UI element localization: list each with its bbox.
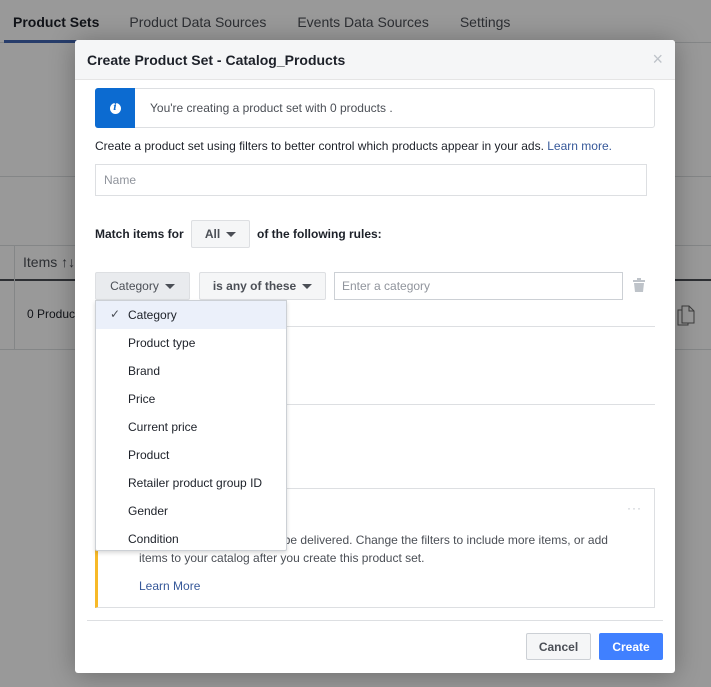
rule-operator-dropdown[interactable]: is any of these [199,272,326,300]
match-prefix-label: Match items for [95,227,184,241]
cancel-button[interactable]: Cancel [526,633,591,660]
option-label: Brand [128,364,161,378]
caret-down-icon [164,283,175,289]
info-banner-text: You're creating a product set with 0 pro… [150,101,393,115]
option-label: Retailer product group ID [128,476,263,490]
create-button[interactable]: Create [599,633,663,660]
warning-learn-more-link[interactable]: Learn More [139,579,200,593]
dropdown-option[interactable]: Product type [96,329,286,357]
option-label: Condition [128,532,179,546]
option-label: Category [128,308,177,322]
dropdown-option[interactable]: Price [96,385,286,413]
dropdown-option[interactable]: Gender [96,497,286,525]
learn-more-link[interactable]: Learn more. [547,139,612,153]
rule-field-dropdown[interactable]: Category [95,272,190,300]
category-input[interactable] [334,272,623,300]
description: Create a product set using filters to be… [95,139,544,153]
option-label: Gender [128,504,169,518]
close-icon[interactable]: × [652,50,663,68]
dropdown-option[interactable]: Condition [96,525,286,553]
match-suffix-label: of the following rules: [257,227,382,241]
trash-icon[interactable] [633,278,645,292]
option-label: Product [128,448,170,462]
name-input[interactable] [95,164,647,196]
dropdown-option[interactable]: Current price [96,413,286,441]
match-mode-value: All [204,227,221,241]
rule-operator-value: is any of these [212,279,297,293]
dropdown-option[interactable]: Brand [96,357,286,385]
footer-divider [87,620,663,621]
info-banner: i You're creating a product set with 0 p… [95,88,655,128]
checkmark-icon: ✓ [110,307,121,321]
dialog-title: Create Product Set - Catalog_Products [87,52,346,68]
description-text: Create a product set using filters to be… [95,139,612,153]
option-label: Price [128,392,156,406]
caret-down-icon [226,231,237,237]
match-mode-dropdown[interactable]: All [191,220,250,248]
more-options-icon[interactable]: ··· [627,501,642,515]
rule-field-value: Category [110,279,159,293]
info-icon-container: i [95,88,135,128]
info-icon: i [109,102,121,114]
dropdown-option[interactable]: ✓ Category [96,301,286,329]
caret-down-icon [302,283,313,289]
dialog-header: Create Product Set - Catalog_Products × [75,40,675,80]
option-label: Product type [128,336,196,350]
dropdown-option[interactable]: Product [96,441,286,469]
option-label: Current price [128,420,198,434]
dropdown-option[interactable]: Retailer product group ID [96,469,286,497]
field-dropdown-menu: ✓ Category Product type Brand Price Curr… [95,300,287,551]
